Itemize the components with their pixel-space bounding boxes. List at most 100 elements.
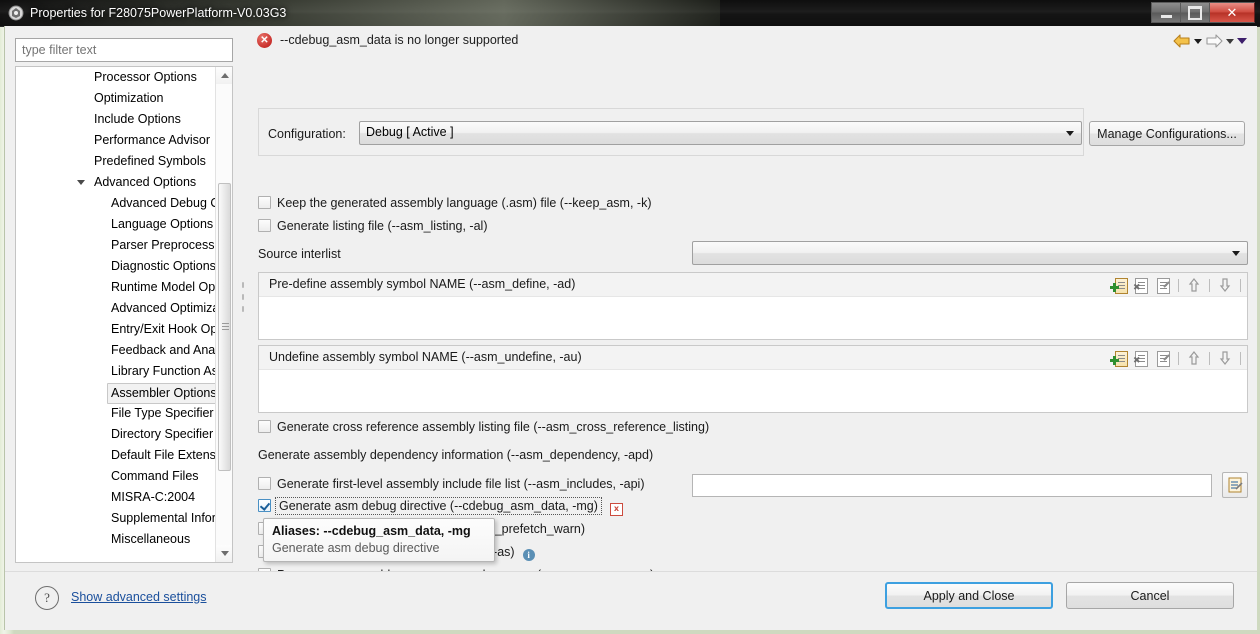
- back-arrow-icon[interactable]: [1173, 34, 1191, 48]
- sidebar-item-label: Feedback and Analysis: [111, 343, 216, 357]
- sidebar-item-performance-advisor[interactable]: Performance Advisor: [16, 130, 216, 151]
- apply-and-close-button[interactable]: Apply and Close: [885, 582, 1053, 609]
- browse-edit-icon[interactable]: [1222, 472, 1248, 498]
- delete-icon[interactable]: ✖: [1132, 276, 1150, 294]
- sidebar-item-include-options[interactable]: Include Options: [16, 109, 216, 130]
- cross-reference-checkbox[interactable]: [258, 420, 271, 433]
- sidebar-item-feedback-and-analysis[interactable]: Feedback and Analysis: [16, 340, 216, 361]
- pane-splitter[interactable]: [241, 32, 245, 566]
- sidebar-item-assembler-options[interactable]: Assembler Options: [16, 382, 216, 404]
- delete-icon[interactable]: ✖: [1132, 349, 1150, 367]
- chevron-down-icon: [1232, 251, 1240, 256]
- cdebug-asm-data-checkbox[interactable]: [258, 499, 271, 512]
- sidebar-item-label: Directory Specifier: [111, 427, 214, 441]
- asm-dependency-text: Generate assembly dependency information…: [258, 448, 654, 462]
- settings-page-pane: ✕ --cdebug_asm_data is no longer support…: [246, 26, 1257, 582]
- asm-dependency-input[interactable]: [692, 474, 1212, 497]
- sidebar-item-misra-c-2004[interactable]: MISRA-C:2004: [16, 487, 216, 508]
- source-interlist-select[interactable]: [692, 241, 1248, 265]
- info-icon[interactable]: i: [522, 549, 535, 561]
- settings-tree[interactable]: Processor Options Optimization Include Opt…: [15, 66, 233, 563]
- move-down-icon[interactable]: [1216, 349, 1234, 367]
- settings-tree-pane: Processor Options Optimization Include Opt…: [11, 32, 239, 595]
- asm-includes-row[interactable]: Generate first-level assembly include fi…: [258, 477, 645, 491]
- predefine-list-header: Pre-define assembly symbol NAME (--asm_d…: [259, 273, 1247, 297]
- settings-tree-list: Processor Options Optimization Include Opt…: [16, 67, 216, 548]
- keep-asm-label: Keep the generated assembly language (.a…: [277, 196, 652, 210]
- sidebar-item-library-function-assumptions[interactable]: Library Function Assumptions: [16, 361, 216, 382]
- message-text: --cdebug_asm_data is no longer supported: [280, 33, 519, 47]
- undefine-symbols-list[interactable]: Undefine assembly symbol NAME (--asm_und…: [258, 345, 1248, 413]
- option-tooltip: Aliases: --cdebug_asm_data, -mg Generate…: [263, 518, 495, 562]
- asm-dependency-label: Generate assembly dependency information…: [258, 448, 653, 462]
- move-up-icon[interactable]: [1185, 349, 1203, 367]
- undefine-list-header-label: Undefine assembly symbol NAME (--asm_und…: [269, 350, 582, 364]
- edit-icon[interactable]: [1154, 349, 1172, 367]
- move-down-icon[interactable]: [1216, 276, 1234, 294]
- filter-input[interactable]: [15, 38, 233, 62]
- cross-reference-row[interactable]: Generate cross reference assembly listin…: [258, 420, 709, 434]
- sidebar-item-predefined-symbols[interactable]: Predefined Symbols: [16, 151, 216, 172]
- sidebar-item-directory-specifier[interactable]: Directory Specifier: [16, 424, 216, 445]
- sidebar-item-advanced-debug-options[interactable]: Advanced Debug Options: [16, 193, 216, 214]
- sidebar-item-advanced-options[interactable]: Advanced Options: [16, 172, 216, 193]
- message-bar: ✕ --cdebug_asm_data is no longer support…: [246, 26, 1257, 57]
- sidebar-item-label: Predefined Symbols: [94, 154, 206, 168]
- add-icon[interactable]: [1110, 276, 1128, 294]
- back-history-chevron-down-icon[interactable]: [1194, 38, 1202, 44]
- show-advanced-settings-link[interactable]: Show advanced settings: [71, 590, 207, 604]
- add-icon[interactable]: [1110, 349, 1128, 367]
- close-button[interactable]: ✕: [1209, 2, 1255, 23]
- move-up-icon[interactable]: [1185, 276, 1203, 294]
- scroll-up-button[interactable]: [216, 67, 232, 84]
- toolbar-separator: [1178, 278, 1179, 292]
- manage-configurations-button[interactable]: Manage Configurations...: [1089, 121, 1245, 146]
- sidebar-item-language-options[interactable]: Language Options: [16, 214, 216, 235]
- asm-listing-checkbox[interactable]: [258, 219, 271, 232]
- toolbar-separator: [1240, 278, 1241, 292]
- title-bar: Properties for F28075PowerPlatform-V0.03…: [0, 0, 1260, 27]
- cancel-button[interactable]: Cancel: [1066, 582, 1234, 609]
- sidebar-item-supplemental-information[interactable]: Supplemental Information: [16, 508, 216, 529]
- configuration-select[interactable]: Debug [ Active ]: [359, 121, 1082, 145]
- edit-icon[interactable]: [1154, 276, 1172, 294]
- keep-asm-row[interactable]: Keep the generated assembly language (.a…: [258, 196, 652, 210]
- forward-history-chevron-down-icon[interactable]: [1226, 38, 1234, 44]
- sidebar-item-advanced-optimizations[interactable]: Advanced Optimizations: [16, 298, 216, 319]
- sidebar-item-label: Library Function Assumptions: [111, 364, 216, 378]
- view-menu-chevron-icon[interactable]: [1237, 38, 1247, 44]
- sidebar-item-label: Runtime Model Options: [111, 280, 216, 294]
- sidebar-item-command-files[interactable]: Command Files: [16, 466, 216, 487]
- sidebar-item-default-file-extensions[interactable]: Default File Extensions: [16, 445, 216, 466]
- cdebug-asm-data-row[interactable]: Generate asm debug directive (--cdebug_a…: [258, 497, 623, 516]
- sidebar-item-optimization[interactable]: Optimization: [16, 88, 216, 109]
- predefine-symbols-list[interactable]: Pre-define assembly symbol NAME (--asm_d…: [258, 272, 1248, 340]
- window-title: Properties for F28075PowerPlatform-V0.03…: [30, 6, 287, 20]
- minimize-button[interactable]: [1151, 2, 1180, 23]
- sidebar-item-file-type-specifier[interactable]: File Type Specifier: [16, 403, 216, 424]
- chevron-down-icon[interactable]: [77, 180, 85, 185]
- help-icon[interactable]: ?: [35, 586, 59, 610]
- tree-vertical-scrollbar[interactable]: [215, 67, 232, 562]
- sidebar-item-processor-options[interactable]: Processor Options: [16, 67, 216, 88]
- vertical-scroll-thumb[interactable]: [218, 183, 231, 471]
- source-interlist-text: Source interlist: [258, 247, 341, 261]
- maximize-button[interactable]: [1180, 2, 1209, 23]
- sidebar-item-label: MISRA-C:2004: [111, 490, 196, 504]
- sidebar-item-miscellaneous[interactable]: Miscellaneous: [16, 529, 216, 548]
- sidebar-item-runtime-model-options[interactable]: Runtime Model Options: [16, 277, 216, 298]
- sidebar-item-label: Entry/Exit Hook Options: [111, 322, 216, 336]
- sidebar-item-diagnostic-options[interactable]: Diagnostic Options: [16, 256, 216, 277]
- cancel-label: Cancel: [1130, 588, 1170, 603]
- sidebar-item-label: Advanced Optimizations: [111, 301, 216, 315]
- sidebar-item-parser-preprocessing[interactable]: Parser Preprocessing: [16, 235, 216, 256]
- apply-and-close-label: Apply and Close: [923, 588, 1015, 603]
- forward-arrow-icon: [1205, 34, 1223, 48]
- asm-includes-checkbox[interactable]: [258, 477, 271, 490]
- sidebar-item-entry-exit-hook-options[interactable]: Entry/Exit Hook Options: [16, 319, 216, 340]
- properties-dialog-window: Properties for F28075PowerPlatform-V0.03…: [0, 0, 1260, 634]
- tooltip-title: Aliases: --cdebug_asm_data, -mg: [272, 524, 471, 538]
- asm-listing-row[interactable]: Generate listing file (--asm_listing, -a…: [258, 219, 488, 233]
- keep-asm-checkbox[interactable]: [258, 196, 271, 209]
- scroll-down-button[interactable]: [216, 545, 232, 562]
